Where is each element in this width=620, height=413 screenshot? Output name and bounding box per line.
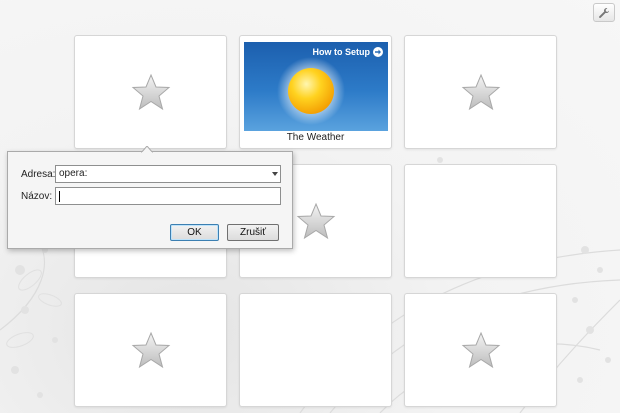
cancel-button[interactable]: Zrušiť — [227, 224, 279, 241]
address-value: opera: — [59, 168, 88, 179]
tile-title: The Weather — [286, 132, 345, 143]
address-combobox[interactable]: opera: — [55, 165, 281, 183]
speed-dial-tile-8[interactable] — [239, 293, 392, 407]
dialog-pointer — [141, 146, 153, 153]
text-caret — [59, 191, 60, 202]
ok-button[interactable]: OK — [170, 224, 219, 241]
add-speed-dial-dialog: Adresa: opera: Názov: OK Zrušiť — [7, 151, 293, 249]
name-field[interactable] — [55, 187, 281, 205]
wrench-icon — [599, 7, 609, 18]
address-label: Adresa: — [21, 169, 56, 180]
arrow-right-icon — [373, 47, 383, 57]
speed-dial-tile-2[interactable]: How to Setup The Weather — [239, 35, 392, 149]
speed-dial-tile-1[interactable] — [74, 35, 227, 149]
speed-dial-tile-9[interactable] — [404, 293, 557, 407]
star-icon — [296, 202, 335, 240]
speed-dial-tile-7[interactable] — [74, 293, 227, 407]
speed-dial-tile-6[interactable] — [404, 164, 557, 278]
chevron-down-icon[interactable] — [272, 172, 278, 176]
star-icon — [461, 73, 500, 111]
weather-preview: How to Setup — [244, 42, 388, 131]
speed-dial-tile-3[interactable] — [404, 35, 557, 149]
star-icon — [461, 331, 500, 369]
sun-icon — [277, 57, 345, 125]
star-icon — [131, 331, 170, 369]
star-icon — [131, 73, 170, 111]
settings-button[interactable] — [593, 3, 615, 22]
name-label: Názov: — [21, 191, 53, 202]
